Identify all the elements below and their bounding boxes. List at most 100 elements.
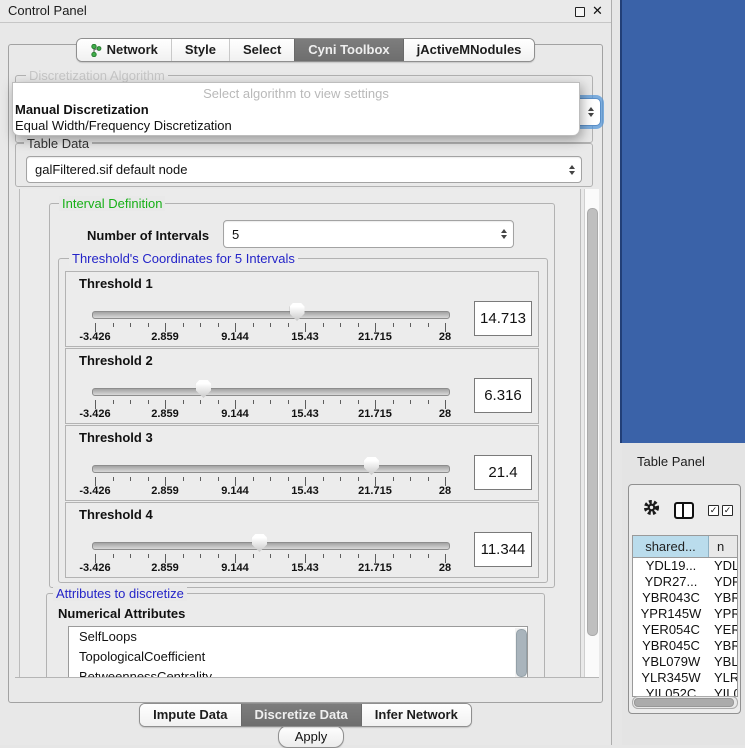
tick-mark [358,554,359,558]
attribute-item-betweennesscentrality[interactable]: BetweennessCentrality [69,667,527,678]
node-table[interactable]: shared...n YDL19...YDL1YDR27...YDR2YBR04… [632,535,738,697]
threshold-label: Threshold 2 [79,353,153,368]
threshold-value-box[interactable]: 6.316 [474,378,532,413]
tab-label: Discretize Data [255,704,348,726]
network-icon [90,44,102,57]
scale-label: 15.43 [291,562,319,574]
table-panel-body: ✓ ✓ shared...n YDL19...YDL1YDR27...YDR2Y… [628,484,741,714]
tick-mark [130,323,131,327]
attributes-group: Attributes to discretize Numerical Attri… [46,593,545,678]
gear-icon[interactable] [643,499,660,521]
close-icon[interactable]: ✕ [592,2,603,20]
table-data-combo-value: galFiltered.sif default node [27,162,563,177]
control-panel-titlebar: Control Panel ✕ [0,0,611,23]
checked-checkbox-icon[interactable]: ✓ [722,505,733,516]
table-row[interactable]: YBL079WYBL0 [633,654,737,670]
settings-scrollbar[interactable] [584,189,599,677]
table-scrollbar-thumb[interactable] [634,698,734,707]
tab-style[interactable]: Style [171,39,229,61]
tab-jactivemnodules[interactable]: jActiveMNodules [403,39,535,61]
table-cell: YBL079W [633,654,709,670]
threshold-label: Threshold 1 [79,276,153,291]
tick-mark [288,323,289,327]
table-horizontal-scrollbar[interactable] [632,696,738,709]
tab-cyni-toolbox[interactable]: Cyni Toolbox [294,39,402,61]
scale-label: 28 [439,408,451,420]
panel-title: Control Panel [8,0,87,22]
scale-label: 21.715 [358,408,392,420]
tick-mark [428,323,429,327]
tab-impute-data[interactable]: Impute Data [140,704,240,726]
checked-checkbox-icon[interactable]: ✓ [708,505,719,516]
table-cell: YER0 [709,622,737,638]
tick-mark [218,477,219,481]
table-cell: YDL19... [633,558,709,574]
thresholds-group: Threshold's Coordinates for 5 Intervals … [58,258,548,583]
table-toolbar: ✓ ✓ [629,485,740,535]
float-window-icon[interactable] [575,7,585,17]
scale-label: -3.426 [79,562,110,574]
num-intervals-combo[interactable]: 5 [223,220,514,248]
tick-mark [183,400,184,404]
attribute-item-topologicalcoefficient[interactable]: TopologicalCoefficient [69,647,527,667]
bottom-tab-group: Impute Data Discretize Data Infer Network [139,703,472,727]
tick-mark [393,554,394,558]
scale-label: 15.43 [291,331,319,343]
slider-scale-labels: -3.4262.8599.14415.4321.71528 [95,331,445,344]
tab-network[interactable]: Network [77,39,171,61]
tick-mark [218,554,219,558]
slider-scale-labels: -3.4262.8599.14415.4321.71528 [95,562,445,575]
tab-label: Cyni Toolbox [308,39,389,61]
tick-mark [393,400,394,404]
tick-mark [148,477,149,481]
slider-track[interactable] [92,388,450,396]
column-header-n[interactable]: n [709,536,737,557]
table-row[interactable]: YDL19...YDL1 [633,558,737,574]
slider-track[interactable] [92,465,450,473]
tick-mark [288,477,289,481]
tick-mark [148,554,149,558]
tick-mark [393,477,394,481]
table-row[interactable]: YBR043CYBR0 [633,590,737,606]
threshold-label: Threshold 3 [79,430,153,445]
slider-track[interactable] [92,311,450,319]
tick-mark [428,400,429,404]
table-row[interactable]: YBR045CYBR0 [633,638,737,654]
numerical-attributes-label: Numerical Attributes [58,606,185,621]
table-row[interactable]: YLR345WYLR3 [633,670,737,686]
table-data-combo[interactable]: galFiltered.sif default node [26,156,582,183]
tick-mark [200,477,201,481]
thresholds-group-title: Threshold's Coordinates for 5 Intervals [69,251,298,266]
threshold-label: Threshold 4 [79,507,153,522]
tab-infer-network[interactable]: Infer Network [361,704,471,726]
tick-mark [253,554,254,558]
table-row[interactable]: YDR27...YDR2 [633,574,737,590]
table-cell: YLR3 [709,670,737,686]
slider-track[interactable] [92,542,450,550]
algorithm-option-manual-discretization[interactable]: Manual Discretization [15,102,149,118]
tab-discretize-data[interactable]: Discretize Data [241,704,361,726]
table-row[interactable]: YPR145WYPR1 [633,606,737,622]
table-cell: YBR0 [709,638,737,654]
column-header-shared-[interactable]: shared... [633,536,709,557]
num-intervals-value: 5 [224,227,495,242]
tick-mark [183,477,184,481]
numerical-attributes-list[interactable]: SelfLoopsTopologicalCoefficientBetweenne… [68,626,528,678]
tick-mark [113,400,114,404]
tick-mark [410,554,411,558]
threshold-value-box[interactable]: 14.713 [474,301,532,336]
settings-scrollbar-thumb[interactable] [587,208,598,636]
tick-mark [358,477,359,481]
table-cell: YDR27... [633,574,709,590]
list-scrollbar-thumb[interactable] [516,629,527,677]
scale-label: 2.859 [151,408,179,420]
columns-icon[interactable] [674,502,694,519]
threshold-value-box[interactable]: 11.344 [474,532,532,567]
algorithm-option-equal-width-frequency-discretization[interactable]: Equal Width/Frequency Discretization [15,118,232,134]
attribute-item-selfloops[interactable]: SelfLoops [69,627,527,647]
tab-select[interactable]: Select [229,39,294,61]
list-scrollbar[interactable] [515,628,526,678]
threshold-value-box[interactable]: 21.4 [474,455,532,490]
num-intervals-label: Number of Intervals [87,228,209,243]
table-row[interactable]: YER054CYER0 [633,622,737,638]
